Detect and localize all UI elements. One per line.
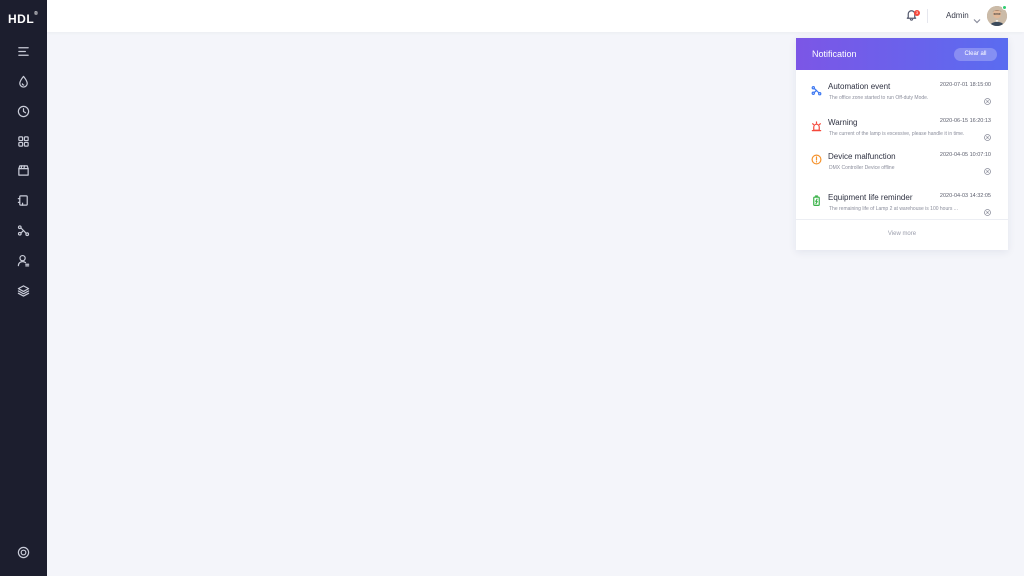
user-menu-chevron[interactable] — [973, 12, 981, 24]
hdl-logo[interactable]: HDL® — [8, 11, 38, 26]
dismiss-notification-button[interactable] — [984, 128, 991, 141]
scene-icon — [18, 164, 29, 176]
notification-panel-title: Notification — [812, 49, 857, 59]
logo-text: HDL — [8, 12, 35, 26]
notification-panel: Notification Clear all Automation event … — [796, 38, 1008, 250]
grid-icon — [18, 135, 29, 147]
notification-item[interactable]: Warning 2020-06-15 16:20:13 The current … — [796, 118, 1008, 146]
dismiss-notification-button[interactable] — [984, 92, 991, 105]
devices-icon — [17, 194, 28, 206]
notification-description: The current of the lamp is excessive, pl… — [829, 131, 965, 137]
header-divider — [927, 9, 928, 23]
notifications-button[interactable]: 3 — [905, 8, 921, 24]
panel-divider — [796, 219, 1008, 220]
notification-count-badge: 3 — [914, 10, 920, 16]
sidebar-item-users[interactable] — [0, 248, 47, 272]
notification-time: 2020-07-01 18:15:00 — [939, 82, 991, 88]
alarm-icon — [811, 119, 822, 132]
drop-icon — [19, 75, 28, 88]
sidebar-item-schedule[interactable] — [0, 99, 47, 123]
automation-icon — [811, 83, 822, 96]
sidebar-item-projects[interactable] — [0, 278, 47, 302]
user-name[interactable]: Admin — [946, 11, 969, 20]
notification-time: 2020-04-03 14:32:05 — [939, 193, 991, 199]
menu-icon — [18, 46, 29, 56]
user-settings-icon — [17, 254, 30, 266]
notification-description: The office zone started to run Off-duty … — [829, 95, 929, 101]
dismiss-notification-button[interactable] — [984, 203, 991, 216]
sidebar-item-automation[interactable] — [0, 218, 47, 242]
notification-title: Device malfunction — [828, 152, 896, 161]
notification-description: DMX Controller Device offline — [829, 165, 895, 171]
automation-icon — [17, 224, 30, 236]
clock-icon — [17, 105, 30, 117]
notification-panel-header: Notification Clear all — [796, 38, 1008, 70]
layers-icon — [17, 284, 30, 297]
dismiss-notification-button[interactable] — [984, 162, 991, 175]
sidebar-item-dashboard[interactable] — [0, 129, 47, 153]
notification-item[interactable]: Equipment life reminder 2020-04-03 14:32… — [796, 193, 1008, 217]
close-circle-icon — [984, 98, 991, 105]
sidebar-item-scenes[interactable] — [0, 158, 47, 182]
top-bar: 3 Admin — [47, 0, 1024, 32]
notification-item[interactable]: Automation event 2020-07-01 18:15:00 The… — [796, 82, 1008, 110]
menu-toggle-button[interactable] — [0, 39, 47, 63]
notification-description: The remaining life of Lamp 2 at warehous… — [829, 206, 958, 212]
notification-title: Equipment life reminder — [828, 193, 913, 202]
notification-time: 2020-06-15 16:20:13 — [939, 118, 991, 124]
close-circle-icon — [984, 209, 991, 216]
chevron-down-icon — [973, 19, 981, 24]
exclamation-circle-icon — [811, 152, 822, 165]
close-circle-icon — [984, 134, 991, 141]
notification-time: 2020-04-05 10:07:10 — [939, 152, 991, 158]
sidebar-settings-button[interactable] — [0, 540, 47, 564]
settings-icon — [17, 546, 30, 558]
sidebar-item-devices[interactable] — [0, 188, 47, 212]
battery-icon — [811, 193, 822, 206]
close-circle-icon — [984, 168, 991, 175]
sidebar: HDL® — [0, 0, 47, 576]
sidebar-item-energy[interactable] — [0, 69, 47, 93]
online-status-dot — [1002, 5, 1007, 10]
view-more-link[interactable]: View more — [796, 231, 1008, 237]
clear-all-button[interactable]: Clear all — [954, 48, 997, 61]
notification-title: Automation event — [828, 82, 891, 91]
notification-item[interactable]: Device malfunction 2020-04-05 10:07:10 D… — [796, 152, 1008, 180]
notification-title: Warning — [828, 118, 858, 127]
